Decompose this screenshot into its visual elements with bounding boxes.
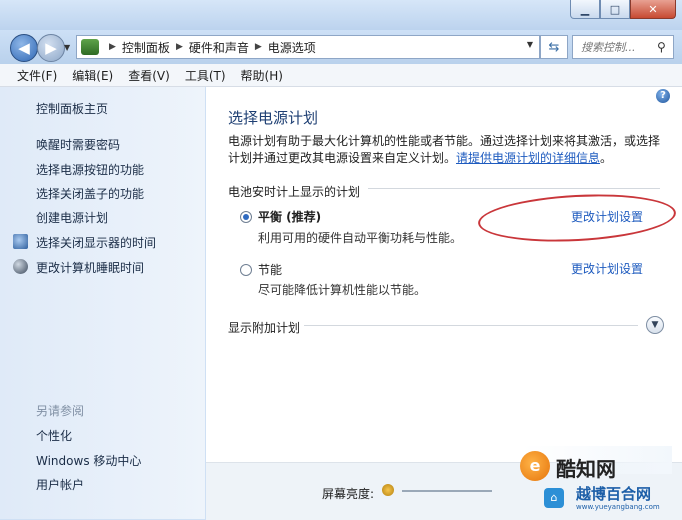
- menu-help[interactable]: 帮助(H): [241, 67, 283, 84]
- plan-saver-desc: 尽可能降低计算机性能以节能。: [258, 283, 427, 297]
- address-chevron-down-icon[interactable]: ▼: [527, 40, 533, 49]
- plan-details-link[interactable]: 请提供电源计划的详细信息: [456, 151, 600, 165]
- sidebar-item-display-off[interactable]: 选择关闭显示器的时间: [36, 234, 156, 251]
- page-description: 电源计划有助于最大化计算机的性能或者节能。通过选择计划来将其激活，或选择计划并通…: [228, 133, 668, 167]
- divider: [304, 325, 638, 326]
- maximize-button[interactable]: □: [600, 0, 630, 19]
- show-additional-plans[interactable]: 显示附加计划: [228, 319, 300, 336]
- period: 。: [600, 151, 613, 165]
- sidebar: 控制面板主页 唤醒时需要密码 选择电源按钮的功能 选择关闭盖子的功能 创建电源计…: [0, 87, 205, 519]
- watermark-house-icon: ⌂: [544, 488, 564, 508]
- refresh-icon: ⇆: [548, 39, 560, 55]
- sidebar-item-power-button[interactable]: 选择电源按钮的功能: [36, 161, 144, 178]
- plan-saver-name[interactable]: 节能: [258, 261, 282, 278]
- menu-tools[interactable]: 工具(T): [185, 67, 226, 84]
- change-plan-settings-link[interactable]: 更改计划设置: [571, 260, 643, 277]
- sleep-moon-icon: [13, 259, 28, 274]
- menu-file[interactable]: 文件(F): [17, 67, 57, 84]
- expand-chevron-down-icon[interactable]: ▼: [646, 316, 664, 334]
- divider: [368, 188, 660, 189]
- section-heading: 电池安时计上显示的计划: [228, 185, 361, 199]
- watermark-logo-icon: e: [520, 451, 550, 481]
- title-bar: ▁ □ ✕: [0, 0, 682, 30]
- plan-saver-radio[interactable]: [240, 264, 252, 276]
- forward-button[interactable]: ▶: [37, 34, 65, 62]
- refresh-button[interactable]: ⇆: [540, 35, 568, 59]
- help-icon[interactable]: ?: [656, 89, 670, 103]
- navigation-bar: ◀ ▶ ▼ ▶ 控制面板 ▶ 硬件和声音 ▶ 电源选项 ▼ ⇆ ⚲: [0, 30, 682, 64]
- control-panel-icon: [81, 39, 99, 55]
- menu-view[interactable]: 查看(V): [128, 67, 170, 84]
- back-button[interactable]: ◀: [10, 34, 38, 62]
- menu-edit[interactable]: 编辑(E): [72, 67, 113, 84]
- sidebar-item-personalization[interactable]: 个性化: [36, 427, 72, 444]
- search-icon[interactable]: ⚲: [657, 40, 666, 54]
- sidebar-item-control-panel-home[interactable]: 控制面板主页: [36, 100, 108, 117]
- close-button[interactable]: ✕: [630, 0, 676, 19]
- search-box[interactable]: ⚲: [572, 35, 674, 59]
- annotation-circle: [476, 189, 678, 247]
- menu-bar: 文件(F) 编辑(E) 查看(V) 工具(T) 帮助(H): [0, 64, 682, 87]
- brightness-sun-icon: [382, 484, 394, 496]
- sidebar-item-user-accounts[interactable]: 用户帐户: [36, 476, 84, 493]
- sidebar-item-create-plan[interactable]: 创建电源计划: [36, 209, 108, 226]
- sidebar-item-lid-close[interactable]: 选择关闭盖子的功能: [36, 185, 144, 202]
- breadcrumb-control-panel[interactable]: 控制面板: [122, 39, 170, 56]
- breadcrumb-arrow-icon[interactable]: ▶: [176, 42, 183, 52]
- watermark-brand: 酷知网: [556, 457, 616, 481]
- address-bar[interactable]: ▶ 控制面板 ▶ 硬件和声音 ▶ 电源选项 ▼: [76, 35, 540, 59]
- minimize-button[interactable]: ▁: [570, 0, 600, 19]
- breadcrumb-hardware-sound[interactable]: 硬件和声音: [189, 39, 249, 56]
- plan-balanced-radio[interactable]: [240, 211, 252, 223]
- breadcrumb-arrow-icon[interactable]: ▶: [109, 42, 116, 52]
- watermark-url: www.yueyangbang.com: [576, 503, 660, 511]
- plan-balanced-desc: 利用可用的硬件自动平衡功耗与性能。: [258, 231, 463, 245]
- breadcrumb-power-options[interactable]: 电源选项: [268, 39, 316, 56]
- search-input[interactable]: [579, 39, 655, 55]
- monitor-icon: [13, 234, 28, 249]
- sidebar-item-wake-password[interactable]: 唤醒时需要密码: [36, 136, 120, 153]
- see-also-heading: 另请参阅: [36, 404, 85, 418]
- plan-balanced-name[interactable]: 平衡 (推荐): [258, 208, 321, 225]
- brightness-label: 屏幕亮度:: [322, 487, 375, 501]
- breadcrumb-arrow-icon[interactable]: ▶: [255, 42, 262, 52]
- sidebar-item-mobility-center[interactable]: Windows 移动中心: [36, 452, 141, 469]
- watermark-brand-2: 越博百合网: [576, 485, 652, 503]
- window-controls: ▁ □ ✕: [570, 0, 676, 19]
- sidebar-item-sleep-time[interactable]: 更改计算机睡眠时间: [36, 259, 144, 276]
- recent-pages-chevron-down-icon[interactable]: ▼: [64, 43, 70, 52]
- page-title: 选择电源计划: [228, 109, 319, 127]
- brightness-slider[interactable]: [402, 490, 492, 492]
